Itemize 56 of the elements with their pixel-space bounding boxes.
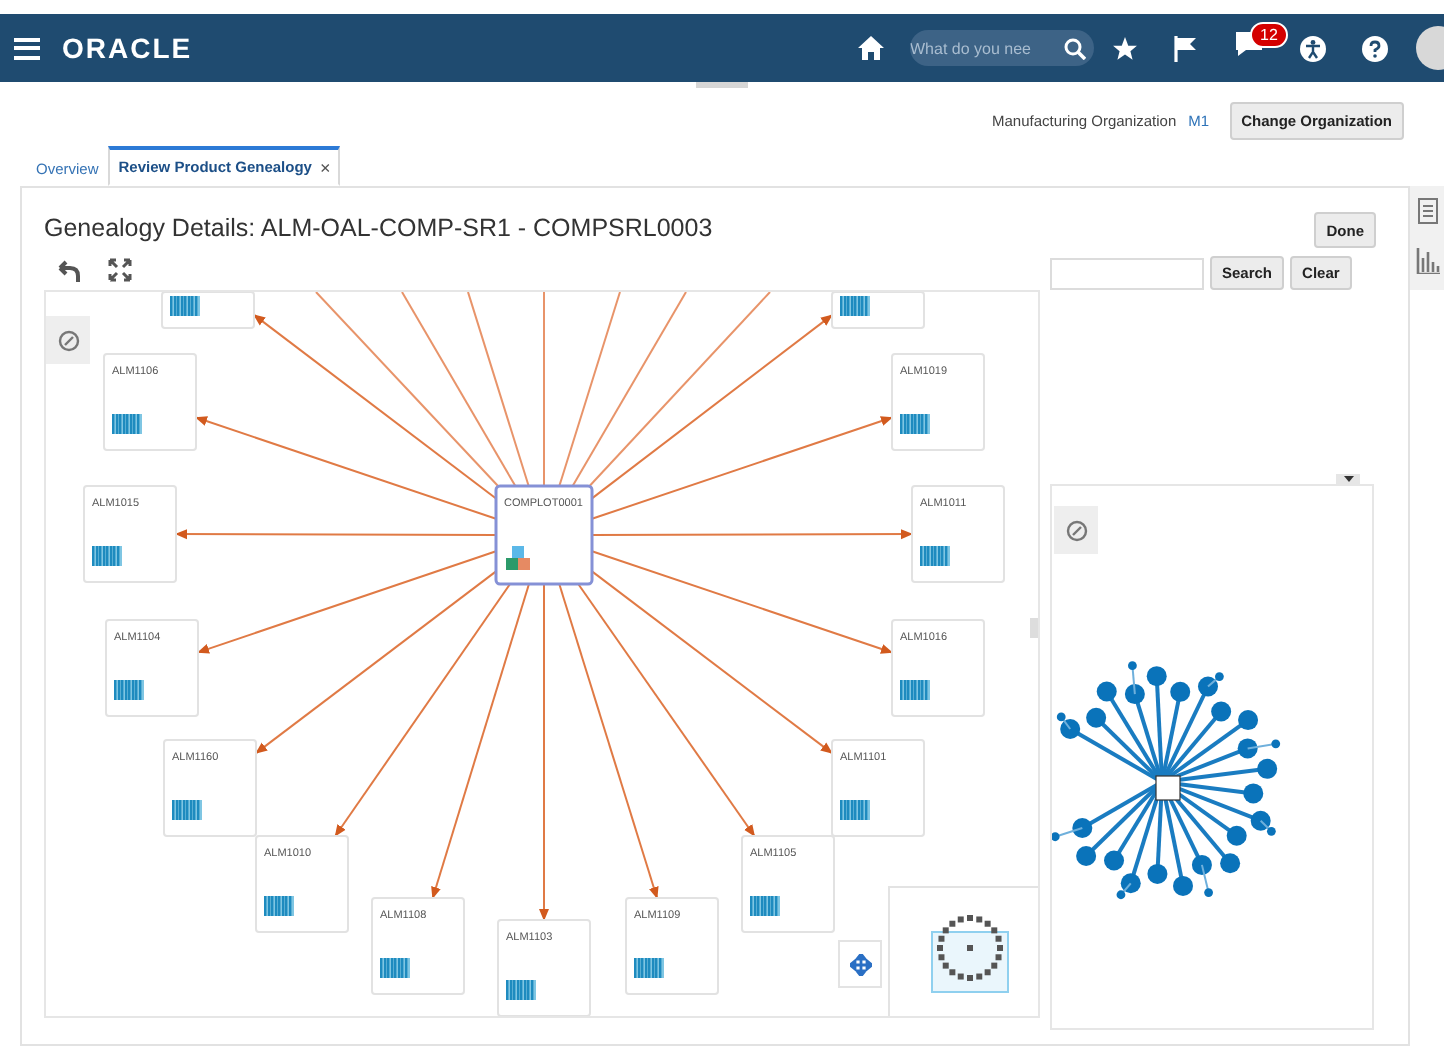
navigator-drawing <box>931 915 1009 993</box>
barcode-icon <box>380 958 410 978</box>
undo-icon[interactable] <box>54 259 80 281</box>
close-icon[interactable]: × <box>319 157 331 177</box>
compass-icon <box>57 329 79 351</box>
node-card[interactable] <box>103 353 197 451</box>
barcode-icon <box>264 896 294 916</box>
barcode-icon <box>170 296 200 316</box>
search-field[interactable]: What do you nee <box>910 30 1094 66</box>
barcode-icon <box>840 296 870 316</box>
node-card[interactable] <box>831 739 925 837</box>
barcode-icon <box>840 800 870 820</box>
barcode-icon <box>900 414 930 434</box>
node-card[interactable] <box>911 485 1005 583</box>
navigator-panel[interactable] <box>888 886 1038 1016</box>
flag-icon[interactable] <box>1174 35 1198 61</box>
collapse-toggle[interactable] <box>1030 618 1038 638</box>
document-icon[interactable] <box>1417 198 1437 224</box>
node-card[interactable] <box>891 619 985 717</box>
fullscreen-icon[interactable] <box>108 258 132 282</box>
notification-badge: 12 <box>1250 21 1288 47</box>
root-node-card[interactable] <box>494 484 594 586</box>
bar-chart-icon[interactable] <box>1415 248 1439 274</box>
node-card[interactable] <box>163 739 257 837</box>
lot-icon <box>506 546 530 570</box>
compass-icon <box>1065 519 1087 541</box>
drawer-handle[interactable] <box>696 82 748 88</box>
logo: ORACLE <box>62 32 193 64</box>
barcode-icon <box>92 546 122 566</box>
pan-button[interactable] <box>838 940 882 988</box>
node-card[interactable] <box>105 619 199 717</box>
node-card[interactable] <box>891 353 985 451</box>
help-icon[interactable] <box>1362 35 1388 61</box>
barcode-icon <box>172 800 202 820</box>
barcode-icon <box>114 680 144 700</box>
barcode-icon <box>634 958 664 978</box>
star-icon[interactable] <box>1112 35 1138 61</box>
barcode-icon <box>750 896 780 916</box>
barcode-icon <box>506 980 536 1000</box>
node-card[interactable] <box>625 897 719 995</box>
search-field[interactable] <box>1050 257 1204 289</box>
node-card[interactable] <box>497 919 591 1016</box>
compass-button[interactable] <box>1054 506 1098 554</box>
menu-icon[interactable] <box>14 37 40 59</box>
node-card[interactable] <box>83 485 177 583</box>
barcode-icon <box>920 546 950 566</box>
barcode-icon <box>900 680 930 700</box>
page-title: Genealogy Details: ALM-OAL-COMP-SR1 - COMPSRL0003 <box>44 214 715 246</box>
caret-icon[interactable] <box>1343 476 1353 482</box>
node-card[interactable] <box>741 835 835 933</box>
home-icon[interactable] <box>858 36 884 60</box>
node-card[interactable] <box>371 897 465 995</box>
accessibility-icon[interactable] <box>1300 35 1326 61</box>
compass-button[interactable] <box>46 316 90 364</box>
barcode-icon <box>112 414 142 434</box>
node-card[interactable] <box>255 835 349 933</box>
